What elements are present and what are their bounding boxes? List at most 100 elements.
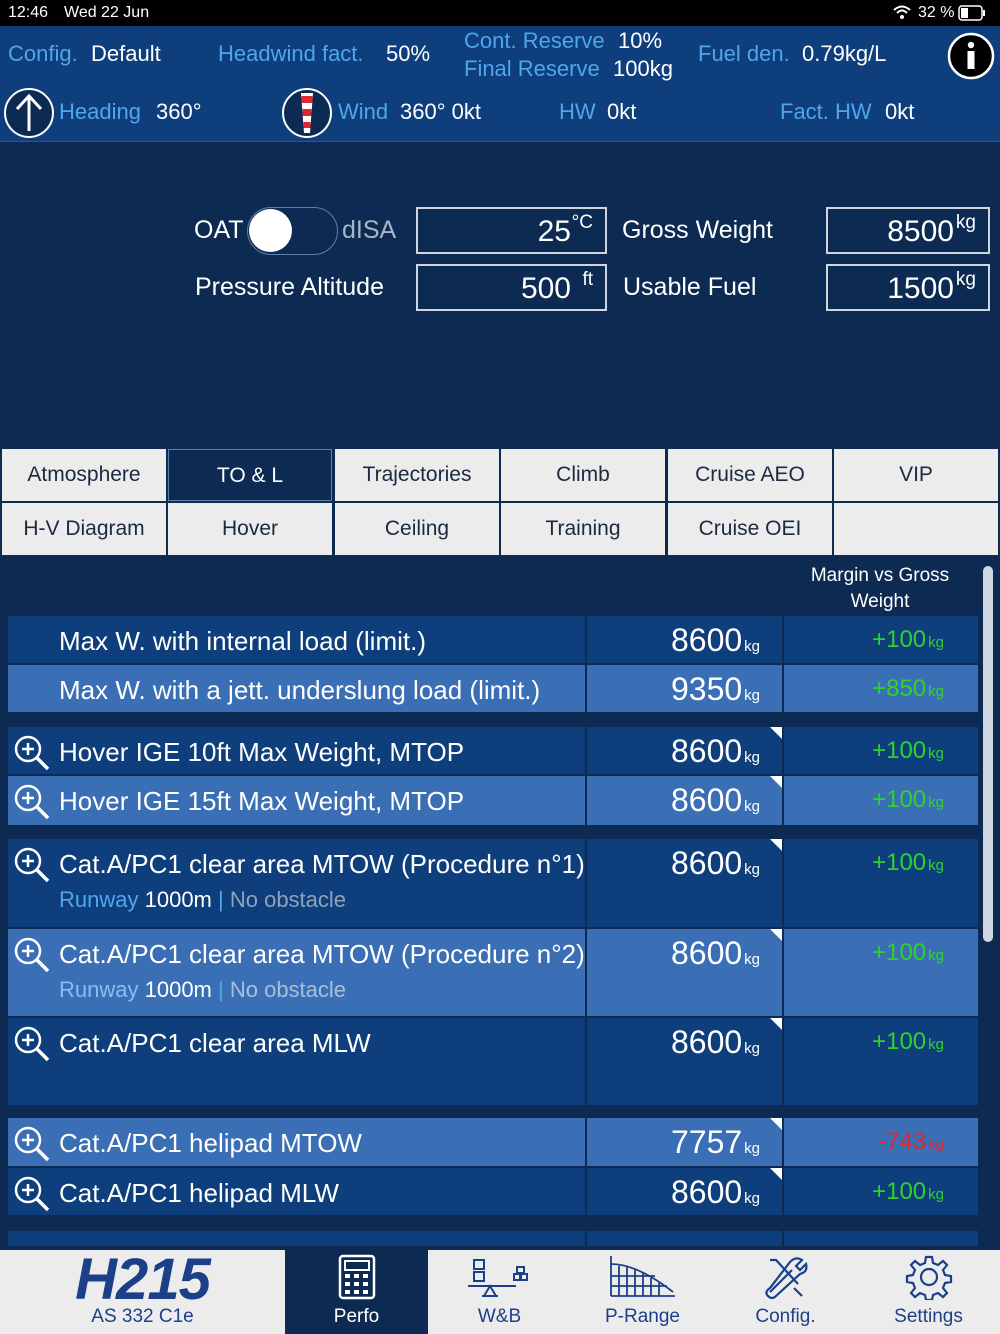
row-margin: +100 kg [872,849,944,877]
obstacle-label: No obstacle [229,887,347,912]
margin-unit: kg [928,1186,944,1203]
list-item[interactable]: Cat.A/PC1 helipad MLW 8600 kg +100 kg [8,1168,978,1215]
zoom-in-icon[interactable] [12,935,52,975]
usable-fuel-field[interactable]: 1500 kg [826,264,990,311]
wind-header[interactable]: Heading 360° Wind 360° 0kt HW 0kt Fact. … [0,86,1000,142]
detail-corner-marker [770,1018,782,1030]
cell-c2: 8600 kg [587,727,782,774]
tab-training[interactable]: Training [501,503,665,555]
margin-number: +850 [872,675,927,702]
nav-prange-label: P-Range [605,1306,680,1327]
row-subtitle: Runway 1000m | No obstacle [59,977,346,1003]
config-header[interactable]: Config. Default Headwind fact. 50% Cont.… [0,26,1000,86]
fuel-density-label: Fuel den. [698,41,790,66]
row-value: 8600 kg [671,845,760,882]
row-label: Max W. with a jett. underslung load (lim… [59,675,541,705]
results-list[interactable]: Max W. with internal load (limit.) 8600 kg… [8,556,980,1246]
row-margin: +100 kg [872,786,944,814]
value-unit: kg [744,1140,760,1157]
tab-atmosphere[interactable]: Atmosphere [2,449,166,501]
row-label: Cat.A/PC1 clear area MTOW (Procedure n°2… [59,939,585,969]
tab-trajectories[interactable]: Trajectories [335,449,499,501]
pressure-altitude-value: 500 [520,272,571,305]
pressure-altitude-field[interactable]: 500 ft [416,264,607,311]
value-unit: kg [744,1190,760,1207]
gross-weight-field[interactable]: 8500 kg [826,207,990,254]
cell-c1: Cat.A/PC1 helipad MTOW [8,1118,585,1166]
tab-ceiling[interactable]: Ceiling [335,503,499,555]
cell-c3: +100 kg [784,929,978,1016]
oat-disa-toggle[interactable] [247,207,338,255]
nav-settings[interactable]: Settings [857,1250,1000,1334]
zoom-in-icon[interactable] [12,733,52,773]
cell-c2: 8600 kg [587,839,782,927]
cell-c1: Hover IGE 15ft Max Weight, MTOP [8,776,585,825]
detail-corner-marker [770,929,782,941]
tab-hover[interactable]: Hover [168,503,332,555]
gear-icon [905,1255,952,1300]
zoom-in-icon[interactable] [12,845,52,885]
fact-hw-label: Fact. HW [780,99,872,124]
value-unit: kg [744,798,760,815]
row-margin: +100 kg [872,1028,944,1056]
battery-icon [958,5,986,26]
oat-field[interactable]: 25 °C [416,207,607,254]
list-item[interactable]: Hover IGE 10ft Max Weight, MTOP 8600 kg +10… [8,727,978,774]
value-number: 8600 [670,1024,743,1060]
tab-vip[interactable]: VIP [834,449,998,501]
cell-c1: Max W. with internal load (limit.) [8,616,585,663]
wind-label: Wind [338,99,389,124]
value-number: 7757 [670,1124,743,1160]
cell-c1: Max W. with a jett. underslung load (lim… [8,665,585,712]
cell-c2: 8600 kg [587,929,782,1016]
cell-c3: +100 kg [784,1018,978,1105]
status-bar: 12:46 Wed 22 Jun 32 % [0,0,1000,26]
tab-cruise-oei[interactable]: Cruise OEI [668,503,832,555]
cell-c1: Cat.A/PC1 clear area MTOW (Procedure n°1… [8,839,585,927]
row-value: 8600 kg [671,935,760,972]
value-number: 8600 [670,1174,743,1210]
row-subtitle: Runway 1000m | No obstacle [59,887,346,913]
calculator-icon [338,1254,375,1300]
list-item[interactable]: Cat.A/PC1 clear area MTOW (Procedure n°2… [8,929,978,1016]
list-item[interactable]: Cat.A/PC1 clear area MLW 8600 kg +100 kg [8,1018,978,1105]
zoom-in-icon[interactable] [12,1174,52,1214]
list-item: Max W. with internal load (limit.) 8600 kg… [8,616,978,663]
tab-climb[interactable]: Climb [501,449,665,501]
nav-perfo[interactable]: Perfo [285,1250,428,1334]
usable-fuel-unit: kg [955,269,976,290]
info-icon[interactable] [947,32,995,85]
cell-c1: Hover IGE 10ft Max Weight, MTOP [8,727,585,774]
pressure-altitude-unit: ft [582,269,593,290]
config-value: Default [91,41,161,66]
cell-c1: Cat.A/PC1 clear area MTOW (Procedure n°2… [8,929,585,1016]
nav-config[interactable]: Config. [714,1250,857,1334]
nav-config-label: Config. [755,1306,816,1327]
zoom-in-icon[interactable] [12,782,52,822]
value-unit: kg [744,951,760,968]
cell-c2: 8600 kg [587,1168,782,1215]
gross-weight-unit: kg [955,212,976,233]
list-item[interactable]: Cat.A/PC1 helipad MTOW 7757 kg -743 kg [8,1118,978,1166]
zoom-in-icon[interactable] [12,1124,52,1164]
scrollbar[interactable] [983,566,993,942]
row-value: 7757 kg [671,1124,760,1161]
row-value: 8600 kg [671,733,760,770]
row-label: Hover IGE 15ft Max Weight, MTOP [59,786,465,816]
oat-value: 25 [537,215,571,248]
tab-cruise-aeo[interactable]: Cruise AEO [668,449,832,501]
nav-prange[interactable]: P-Range [571,1250,714,1334]
battery-percent: 32 % [918,4,955,21]
tab-to-and-l[interactable]: TO & L [168,449,332,501]
cell-c3: +850 kg [784,665,978,712]
nav-wb[interactable]: W&B [428,1250,571,1334]
value-number: 9350 [670,671,743,707]
h215-logo: H215 [75,1247,211,1312]
list-item[interactable]: Cat.A/PC1 clear area MTOW (Procedure n°1… [8,839,978,927]
list-item[interactable]: Hover IGE 15ft Max Weight, MTOP 8600 kg +10… [8,776,978,825]
value-number: 8600 [670,733,743,769]
cell-c3 [784,1231,978,1246]
nav-perfo-label: Perfo [333,1306,380,1327]
tab-hv-diagram[interactable]: H-V Diagram [2,503,166,555]
zoom-in-icon[interactable] [12,1024,52,1064]
